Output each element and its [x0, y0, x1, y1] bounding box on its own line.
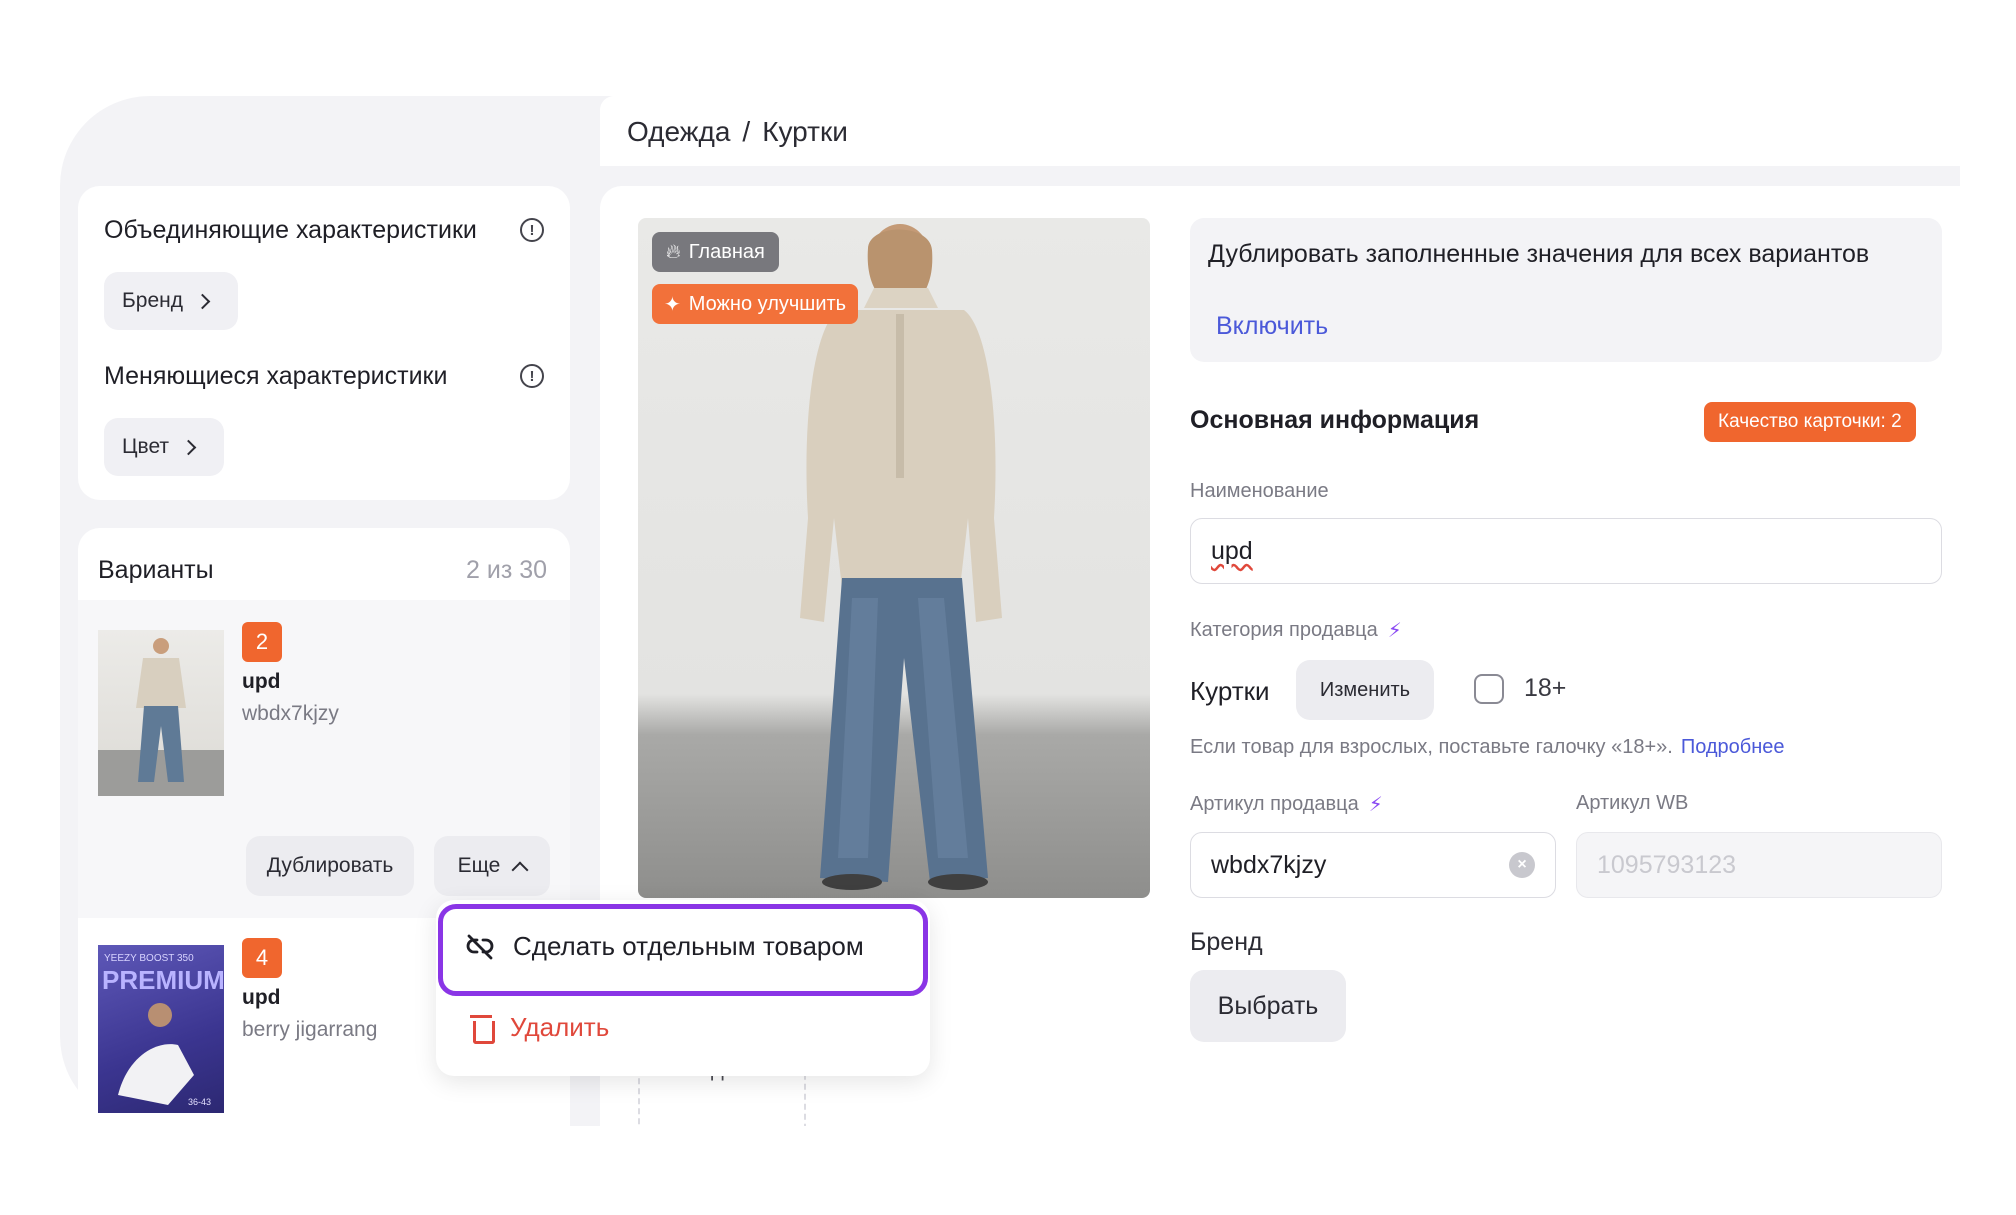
more-button[interactable]: Еще — [434, 836, 550, 896]
brand-chip[interactable]: Бренд — [104, 272, 238, 330]
improve-badge[interactable]: ✦ Можно улучшить — [652, 284, 859, 324]
select-brand-label: Выбрать — [1217, 991, 1319, 1020]
name-input[interactable]: upd — [1190, 518, 1942, 584]
wb-sku-input: 1095793123 — [1576, 832, 1942, 898]
variant-name: upd — [242, 986, 281, 1009]
wb-sku-value: 1095793123 — [1597, 850, 1737, 879]
flame-icon: 🔥︎ — [666, 240, 681, 263]
unifying-characteristics-title: Объединяющие характеристики — [104, 216, 477, 244]
main-info-title: Основная информация — [1190, 406, 1480, 434]
adult-label: 18+ — [1524, 674, 1567, 702]
delete-label: Удалить — [510, 1012, 610, 1042]
adult-checkbox[interactable] — [1474, 674, 1504, 704]
make-separate-item[interactable]: Сделать отдельным товаром — [438, 904, 928, 996]
variant-thumbnail[interactable]: YEEZY BOOST 350 PREMIUM 36-43 — [98, 945, 224, 1113]
card-quality-badge[interactable]: Качество карточки: 2 — [1704, 402, 1916, 442]
variant-thumbnail[interactable] — [98, 630, 224, 796]
more-button-label: Еще — [457, 854, 501, 877]
svg-text:YEEZY BOOST 350: YEEZY BOOST 350 — [104, 953, 194, 964]
chevron-right-icon — [180, 439, 197, 455]
category-value: Куртки — [1190, 676, 1270, 706]
clear-icon[interactable]: × — [1509, 852, 1535, 878]
main-photo-badge: 🔥︎ Главная — [652, 232, 779, 272]
variants-title: Варианты — [98, 556, 214, 584]
changing-characteristics-title: Меняющиеся характеристики — [104, 362, 448, 390]
breadcrumb-item-clothing[interactable]: Одежда — [627, 116, 730, 148]
seller-category-label-row: Категория продавца ⚡︎ — [1190, 618, 1402, 643]
wb-sku-label: Артикул WB — [1576, 792, 1689, 814]
variant-sku: wbdx7kjzy — [242, 702, 339, 725]
brand-label: Бренд — [1190, 928, 1263, 956]
change-category-label: Изменить — [1319, 678, 1411, 701]
seller-sku-input[interactable]: wbdx7kjzy × — [1190, 832, 1556, 898]
brand-chip-label: Бренд — [122, 289, 183, 312]
delete-item[interactable]: Удалить — [470, 1012, 610, 1044]
trash-icon — [470, 1014, 495, 1044]
breadcrumb-item-jackets: Куртки — [762, 116, 848, 147]
make-separate-label: Сделать отдельным товаром — [513, 931, 864, 961]
color-chip-label: Цвет — [122, 435, 170, 458]
adult-hint: Если товар для взрослых, поставьте галоч… — [1190, 736, 1785, 759]
changing-info-icon[interactable]: ! — [520, 364, 544, 388]
name-label: Наименование — [1190, 480, 1329, 502]
main-photo-badge-label: Главная — [688, 240, 765, 263]
lightning-icon: ⚡︎ — [1387, 620, 1402, 642]
adult-hint-text: Если товар для взрослых, поставьте галоч… — [1190, 736, 1673, 758]
improve-badge-label: Можно улучшить — [688, 292, 847, 315]
breadcrumb: Одежда / Куртки — [627, 116, 848, 148]
variants-count: 2 из 30 — [466, 556, 548, 584]
duplicate-button[interactable]: Дублировать — [246, 836, 414, 896]
enable-link[interactable]: Включить — [1216, 312, 1328, 341]
variant-number-badge: 4 — [242, 938, 282, 978]
svg-text:36-43: 36-43 — [188, 1097, 211, 1107]
variant-number-badge: 2 — [242, 622, 282, 662]
color-chip[interactable]: Цвет — [104, 418, 224, 476]
name-input-value: upd — [1211, 536, 1253, 565]
duplicate-button-label: Дублировать — [266, 854, 394, 877]
card-quality-label: Качество карточки: 2 — [1718, 411, 1902, 432]
svg-text:PREMIUM: PREMIUM — [102, 965, 224, 995]
breadcrumb-separator: / — [742, 116, 751, 147]
variant-name: upd — [242, 670, 281, 693]
seller-sku-label: Артикул продавца — [1190, 793, 1359, 815]
more-info-link[interactable]: Подробнее — [1681, 736, 1785, 759]
seller-sku-label-row: Артикул продавца ⚡︎ — [1190, 792, 1383, 817]
seller-sku-value: wbdx7kjzy — [1211, 850, 1327, 879]
duplicate-values-text: Дублировать заполненные значения для все… — [1208, 240, 1870, 268]
select-brand-button[interactable]: Выбрать — [1190, 970, 1346, 1042]
chevron-right-icon — [194, 293, 211, 309]
change-category-button[interactable]: Изменить — [1296, 660, 1434, 720]
sparkle-icon: ✦ — [664, 293, 681, 316]
chevron-up-icon — [511, 861, 529, 879]
unlink-icon — [466, 934, 494, 959]
lightning-icon: ⚡︎ — [1368, 794, 1383, 816]
seller-category-label: Категория продавца — [1190, 619, 1378, 641]
unifying-info-icon[interactable]: ! — [520, 218, 544, 242]
variant-sku: berry jigarrang — [242, 1018, 378, 1041]
